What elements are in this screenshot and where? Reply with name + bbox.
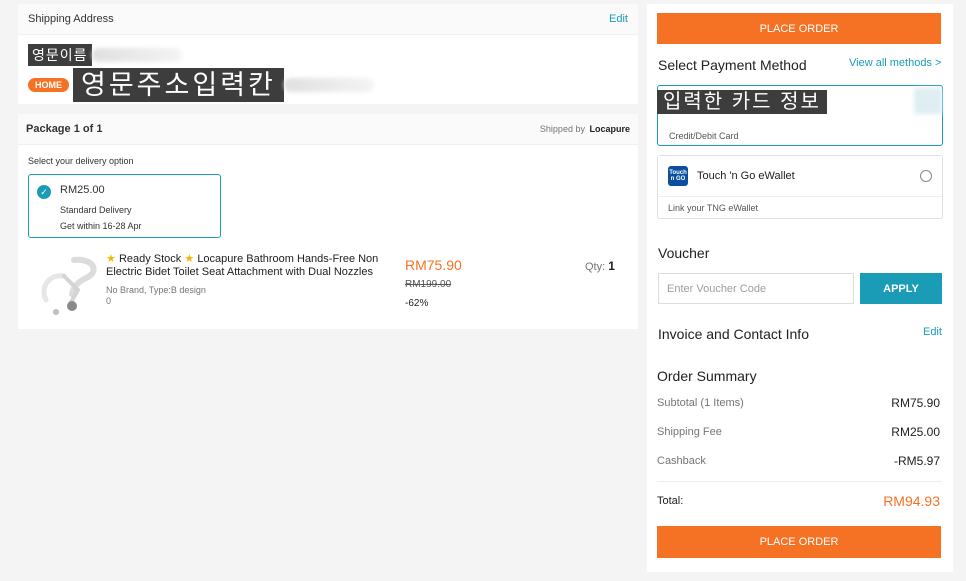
home-badge: HOME xyxy=(28,78,69,92)
delivery-option-standard[interactable]: ✓ RM25.00 Standard Delivery Get within 1… xyxy=(28,174,221,238)
product-price: RM75.90 xyxy=(405,257,462,273)
package-title: Package 1 of 1 xyxy=(26,123,103,135)
tng-logo-icon: Touch n GO xyxy=(668,166,688,186)
star-icon: ★ xyxy=(106,253,116,265)
delivery-eta: Get within 16-28 Apr xyxy=(60,221,142,231)
cashback-value: -RM5.97 xyxy=(893,454,940,468)
card-label: Credit/Debit Card xyxy=(669,131,739,141)
seller-name[interactable]: Locapure xyxy=(589,124,630,134)
recipient-name-blur xyxy=(91,48,182,62)
product-original-price: RM199.00 xyxy=(405,279,452,290)
delivery-option-prompt: Select your delivery option xyxy=(28,156,134,166)
product-extra: 0 xyxy=(106,296,112,306)
subtotal-row: Subtotal (1 Items) RM75.90 xyxy=(657,396,940,410)
star-icon: ★ xyxy=(184,253,195,265)
shipping-address-header: Shipping Address Edit xyxy=(18,4,638,35)
product-qty: Qty: 1 xyxy=(585,259,615,273)
delivery-price: RM25.00 xyxy=(60,184,105,196)
qty-label: Qty: xyxy=(585,261,606,273)
subtotal-label: Subtotal (1 Items) xyxy=(657,397,744,409)
shipping-address-title: Shipping Address xyxy=(28,13,114,25)
tng-sub-label: Link your TNG eWallet xyxy=(668,203,759,213)
package-header: Package 1 of 1 Shipped by Locapure xyxy=(18,114,638,145)
delivery-type: Standard Delivery xyxy=(60,205,132,215)
order-summary-title: Order Summary xyxy=(657,368,757,384)
payment-method-title: Select Payment Method xyxy=(658,57,807,73)
invoice-title: Invoice and Contact Info xyxy=(658,326,809,342)
view-all-methods-link[interactable]: View all methods > xyxy=(849,57,941,69)
tng-row: Touch n GO Touch 'n Go eWallet xyxy=(658,156,942,197)
cashback-row: Cashback -RM5.97 xyxy=(657,454,940,468)
shipping-edit-link[interactable]: Edit xyxy=(609,13,628,25)
shipped-by-label: Shipped by xyxy=(539,124,585,134)
product-discount: -62% xyxy=(405,298,429,309)
recipient-name-masked: 영문이름 xyxy=(28,44,92,66)
product-title-part1: Ready Stock xyxy=(118,253,182,265)
product-meta: No Brand, Type:B design 0 xyxy=(106,285,206,307)
product-image[interactable] xyxy=(34,250,104,322)
place-order-button-top[interactable]: PLACE ORDER xyxy=(657,13,941,44)
total-row: Total: RM94.93 xyxy=(657,493,940,509)
tng-name: Touch 'n Go eWallet xyxy=(697,170,795,182)
check-icon: ✓ xyxy=(37,185,51,199)
recipient-name-row: 영문이름 xyxy=(28,44,182,66)
shipped-by: Shipped by Locapure xyxy=(540,124,630,134)
voucher-title: Voucher xyxy=(658,245,710,261)
qty-value: 1 xyxy=(608,259,615,273)
payment-option-card[interactable]: 입력한 카드 정보 Credit/Debit Card xyxy=(657,85,943,146)
place-order-button-bottom[interactable]: PLACE ORDER xyxy=(657,526,941,558)
card-info-masked: 입력한 카드 정보 xyxy=(657,90,827,114)
payment-option-tng[interactable]: Touch n GO Touch 'n Go eWallet Link your… xyxy=(657,155,943,219)
cashback-label: Cashback xyxy=(657,455,706,467)
address-blur xyxy=(283,78,374,92)
summary-divider xyxy=(657,481,942,482)
shipping-fee-row: Shipping Fee RM25.00 xyxy=(657,425,940,439)
subtotal-value: RM75.90 xyxy=(891,396,940,410)
card-info-blur xyxy=(914,88,942,114)
voucher-input[interactable] xyxy=(658,273,854,304)
checkout-sidebar: PLACE ORDER Select Payment Method View a… xyxy=(647,4,953,572)
shipping-fee-label: Shipping Fee xyxy=(657,426,722,438)
product-variant: No Brand, Type:B design xyxy=(106,285,206,295)
address-row: HOME 영문주소입력칸 xyxy=(28,68,374,102)
product-title[interactable]: ★ Ready Stock ★ Locapure Bathroom Hands-… xyxy=(106,253,396,279)
invoice-edit-link[interactable]: Edit xyxy=(923,326,942,338)
total-value: RM94.93 xyxy=(883,493,940,509)
shipping-fee-value: RM25.00 xyxy=(891,425,940,439)
total-label: Total: xyxy=(657,495,684,507)
tng-radio[interactable] xyxy=(920,170,932,182)
address-masked: 영문주소입력칸 xyxy=(73,68,284,102)
shipping-address-card: Shipping Address Edit 영문이름 HOME 영문주소입력칸 xyxy=(18,4,638,104)
package-card: Package 1 of 1 Shipped by Locapure Selec… xyxy=(18,114,638,329)
apply-voucher-button[interactable]: APPLY xyxy=(860,273,942,304)
